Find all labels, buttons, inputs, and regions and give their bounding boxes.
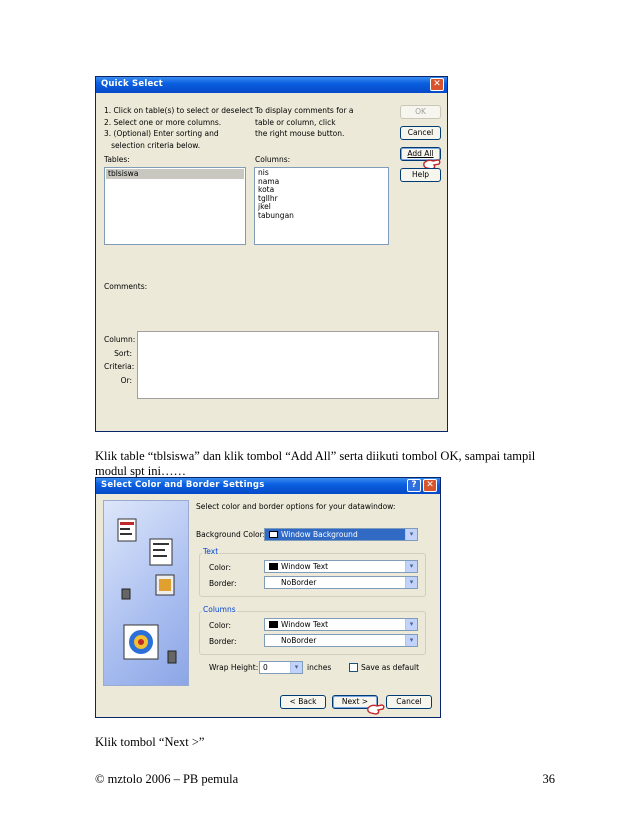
help-button[interactable]: Help	[400, 168, 441, 182]
caption-1: Klik table “tblsiswa” dan klik tombol “A…	[95, 449, 555, 479]
instructions-right: To display comments for a table or colum…	[255, 105, 354, 140]
or-row-label: Or:	[120, 375, 132, 385]
text-border-value: NoBorder	[281, 578, 317, 587]
intro-text: Select color and border options for your…	[196, 502, 396, 511]
wizard-illustration	[103, 500, 189, 686]
chevron-down-icon[interactable]: ▾	[405, 619, 417, 630]
instruction-line: To display comments for a	[255, 106, 354, 115]
pointer-hand-icon	[367, 704, 385, 715]
chevron-down-icon[interactable]: ▾	[405, 529, 417, 540]
column-border-label: Border:	[209, 637, 237, 646]
background-color-value: Window Background	[281, 530, 358, 539]
dialog-title: Select Color and Border Settings	[101, 480, 265, 490]
comments-label: Comments:	[104, 282, 148, 291]
color-border-titlebar[interactable]: Select Color and Border Settings ? ✕	[96, 478, 440, 494]
quick-select-titlebar[interactable]: Quick Select ✕	[96, 77, 447, 93]
wrap-height-label: Wrap Height:	[209, 663, 259, 672]
wrap-height-value: 0	[263, 663, 268, 672]
instruction-line: selection criteria below.	[104, 140, 201, 150]
dialog-title: Quick Select	[101, 79, 163, 89]
column-color-label: Color:	[209, 621, 231, 630]
close-icon[interactable]: ✕	[423, 479, 437, 492]
page-number: 36	[542, 772, 556, 786]
text-border-select[interactable]: NoBorder ▾	[264, 576, 418, 589]
criteria-grid[interactable]	[137, 331, 439, 399]
datawindow-art-icon	[117, 518, 177, 664]
columns-list[interactable]: nis nama kota tgllhr jkel tabungan	[254, 167, 389, 245]
tables-label: Tables:	[104, 155, 130, 164]
column-border-select[interactable]: NoBorder ▾	[264, 634, 418, 647]
column-color-value: Window Text	[281, 620, 329, 629]
instructions-left: 1. Click on table(s) to select or desele…	[104, 105, 253, 151]
grid-labels: Column: Sort: Criteria: Or:	[104, 333, 136, 387]
color-swatch	[269, 563, 278, 570]
text-color-value: Window Text	[281, 562, 329, 571]
columns-label: Columns:	[255, 155, 291, 164]
column-border-value: NoBorder	[281, 636, 317, 645]
back-button[interactable]: < Back	[280, 695, 326, 709]
save-default-label: Save as default	[361, 663, 420, 672]
color-border-dialog: Select Color and Border Settings ? ✕ Sel…	[95, 477, 441, 718]
text-border-label: Border:	[209, 579, 237, 588]
instruction-line: 2. Select one or more columns.	[104, 117, 222, 127]
instruction-line: 1. Click on table(s) to select or desele…	[104, 106, 253, 115]
text-group-label: Text	[202, 547, 220, 556]
cancel-button[interactable]: Cancel	[386, 695, 432, 709]
text-color-label: Color:	[209, 563, 231, 572]
save-default-checkbox[interactable]	[349, 663, 358, 672]
color-swatch	[269, 621, 278, 628]
close-icon[interactable]: ✕	[430, 78, 444, 91]
chevron-down-icon[interactable]: ▾	[290, 662, 302, 673]
quick-select-dialog: Quick Select ✕ 1. Click on table(s) to s…	[95, 76, 448, 432]
help-icon[interactable]: ?	[407, 479, 421, 492]
background-color-select[interactable]: Window Background ▾	[264, 528, 418, 541]
ok-button[interactable]: OK	[400, 105, 441, 119]
instruction-line: the right mouse button.	[255, 129, 345, 138]
column-item[interactable]: nama	[258, 177, 385, 187]
table-item-selected[interactable]: tblsiswa	[106, 169, 244, 179]
instruction-line: table or column, click	[255, 117, 336, 127]
chevron-down-icon[interactable]: ▾	[405, 635, 417, 646]
wrap-unit-label: inches	[307, 663, 332, 672]
column-item[interactable]: tgllhr	[258, 194, 385, 204]
text-color-select[interactable]: Window Text ▾	[264, 560, 418, 573]
background-color-label: Background Color:	[196, 530, 266, 539]
footer-copyright: © mztolo 2006 – PB pemula	[95, 772, 239, 786]
caption-2: Klik tombol “Next >”	[95, 735, 205, 749]
columns-group-label: Columns	[202, 605, 237, 614]
column-color-select[interactable]: Window Text ▾	[264, 618, 418, 631]
column-item[interactable]: tabungan	[258, 211, 385, 221]
chevron-down-icon[interactable]: ▾	[405, 561, 417, 572]
sort-row-label: Sort:	[114, 348, 132, 358]
wrap-height-select[interactable]: 0 ▾	[259, 661, 303, 674]
color-swatch	[269, 531, 278, 538]
column-row-label: Column:	[104, 335, 136, 344]
chevron-down-icon[interactable]: ▾	[405, 577, 417, 588]
tables-list[interactable]: tblsiswa	[104, 167, 246, 245]
criteria-row-label: Criteria:	[104, 362, 135, 371]
cancel-button[interactable]: Cancel	[400, 126, 441, 140]
instruction-line: 3. (Optional) Enter sorting and	[104, 129, 219, 138]
caption-line: Klik table “tblsiswa” dan klik tombol “A…	[95, 449, 536, 463]
